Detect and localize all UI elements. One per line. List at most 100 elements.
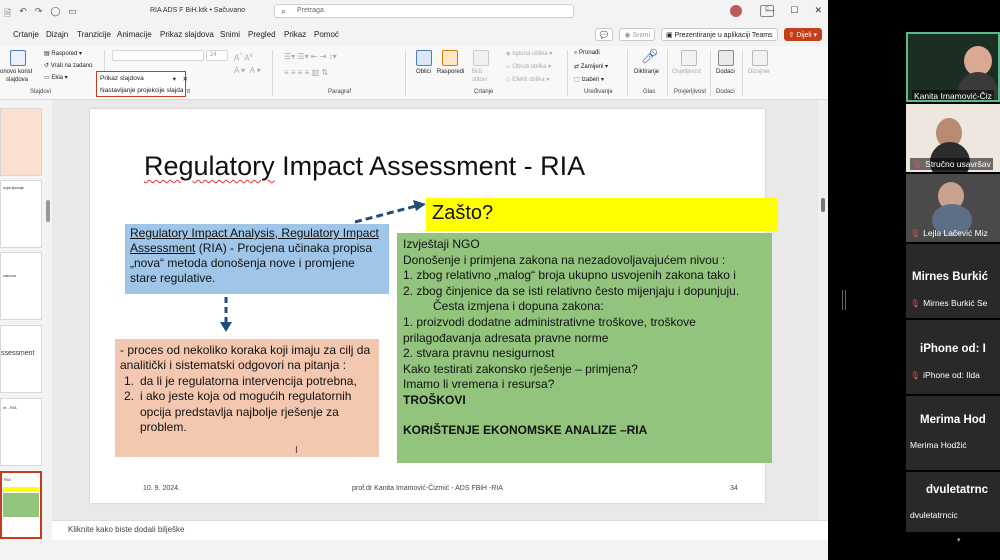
align-icon[interactable]: ≡ ≡ ≡ ≡ ▥ ⇅ <box>284 68 328 77</box>
participant-name-row: 🎙︎ iPhone od: Ilda <box>910 370 980 380</box>
section-button[interactable]: ▭ Ekia ▾ <box>44 74 68 81</box>
slide-thumbnail[interactable]: zakona <box>0 252 42 320</box>
replace-button[interactable]: ⇄ Zamijeni ▾ <box>574 63 608 70</box>
find-button[interactable]: ⌕ Pronađi <box>574 50 600 57</box>
tab-crtanje[interactable]: Crtanje <box>13 30 39 39</box>
tab-tranzicije[interactable]: Tranzicije <box>77 30 111 39</box>
thumbnail-text: RIA <box>4 477 11 482</box>
reasons-line: 2. zbog činjenice da se isti relativno č… <box>403 283 740 298</box>
tab-prikaz-slajdova[interactable]: Prikaz slajdova <box>160 30 214 39</box>
quick-styles-label[interactable]: Brzi <box>472 69 482 75</box>
notes-pane[interactable]: Kliknite kako biste dodali bilješke <box>52 520 828 540</box>
reuse-slides-label-2[interactable]: slajdova <box>6 77 28 83</box>
tab-snimi[interactable]: Snimi <box>220 30 240 39</box>
designer-icon[interactable] <box>752 50 768 66</box>
font-color-icon[interactable]: A ▾ A ▾ <box>234 66 261 75</box>
tab-pregled[interactable]: Pregled <box>248 30 276 39</box>
tab-prikaz[interactable]: Prikaz <box>284 30 306 39</box>
sensitivity-icon[interactable] <box>681 50 697 66</box>
panel-scroll-down-icon[interactable]: ▾ <box>957 536 965 544</box>
thumbnails-scroll-thumb[interactable] <box>46 200 50 222</box>
sensitivity-label[interactable]: Osjetljivost <box>672 69 701 75</box>
group-label-voice: Glas <box>643 89 656 95</box>
process-box[interactable]: - proces od nekoliko koraka koji imaju z… <box>115 339 379 457</box>
reset-label: Vrati na zadano <box>50 63 93 69</box>
addins-label[interactable]: Dodaci <box>716 69 735 75</box>
canvas-scroll-thumb[interactable] <box>821 198 825 212</box>
process-item-number: 2. <box>124 389 135 404</box>
tab-dizajn[interactable]: Dizajn <box>46 30 68 39</box>
definition-box[interactable]: Regulatory Impact Analysis, Regulatory I… <box>125 224 389 294</box>
participant-tile[interactable]: Kanita Imamović-Čiz <box>906 32 1000 102</box>
font-name-box[interactable] <box>112 50 204 61</box>
user-avatar[interactable] <box>730 5 742 17</box>
designer-label[interactable]: Dizajner <box>748 69 770 75</box>
participant-tile[interactable]: Mirnes Burkić 🎙︎ Mirnes Burkić Se <box>906 244 1000 318</box>
slide-thumbnail-active[interactable]: RIA <box>0 471 42 539</box>
quick-styles-icon[interactable] <box>473 50 489 66</box>
participant-name-row: 🎙︎ Lejla Lačević Miz <box>910 228 988 238</box>
undo-icon[interactable]: ↶ <box>19 6 27 22</box>
arrange-label[interactable]: Rasporedi <box>437 69 464 75</box>
search-input[interactable]: ⌕ Pretraga <box>274 4 574 18</box>
quick-styles-label-2[interactable]: stilovi <box>472 77 487 83</box>
maximize-icon[interactable]: ☐ <box>790 5 798 16</box>
search-icon: ⌕ <box>281 6 287 16</box>
record-label: Snimi <box>632 32 651 39</box>
canvas-scrollbar[interactable] <box>818 100 828 520</box>
font-grow-icon[interactable]: A^ Av <box>234 52 253 63</box>
participant-tile[interactable]: Merima Hod Merima Hodžić <box>906 396 1000 470</box>
reset-button[interactable]: ↺ Vrati na zadano <box>44 62 93 69</box>
layout-button[interactable]: ▤ Raspored ▾ <box>44 50 82 57</box>
present-in-teams-button[interactable]: ▣ Prezentiranje u aplikaciji Teams <box>661 28 778 41</box>
panel-resize-handle[interactable] <box>842 290 846 310</box>
shape-outline-button[interactable]: ▱ Obrub oblika ▾ <box>506 63 551 70</box>
qat-more-icon[interactable]: ▭ <box>68 6 77 22</box>
slideshow-start-icon[interactable]: ◯ <box>50 6 60 22</box>
dropdown-title-row[interactable]: Prikaz slajdova ▾ ✕ <box>100 75 188 84</box>
reuse-slides-icon[interactable] <box>10 50 26 66</box>
tab-animacije[interactable]: Animacije <box>117 30 152 39</box>
select-button[interactable]: ⬚ Izaberi ▾ <box>574 76 604 83</box>
slide-thumbnail[interactable] <box>0 108 42 176</box>
reuse-slides-label[interactable]: onovo korist <box>0 69 32 75</box>
dictate-label[interactable]: Diktiranje <box>634 69 659 75</box>
arrange-icon[interactable] <box>442 50 458 66</box>
participant-tile[interactable]: dvuletatrnc dvuletatrncic <box>906 472 1000 532</box>
share-button[interactable]: ⇪ Dijeli ▾ <box>783 28 822 41</box>
redo-icon[interactable]: ↷ <box>35 6 43 22</box>
bullets-icon[interactable]: ☰▾ ☰▾ ⇤ ⇥ ↕▾ <box>284 52 337 61</box>
slide-thumbnail[interactable]: ssessment <box>0 325 42 393</box>
record-button[interactable]: ◉ Snimi <box>619 28 656 41</box>
reasons-economic-analysis: KORIŠTENJE EKONOMSKE ANALIZE –RIA <box>403 422 648 437</box>
thumbnails-scrollbar[interactable] <box>46 100 50 540</box>
close-icon[interactable]: ✕ <box>814 5 822 16</box>
slide-thumbnail[interactable]: ocjenjivanje <box>0 180 42 248</box>
ribbon-divider <box>742 50 743 96</box>
slideshow-dropdown[interactable]: Prikaz slajdova ▾ ✕ Nastavljanje projekc… <box>96 71 188 97</box>
dropdown-chevron-icon[interactable]: ▾ <box>173 75 176 83</box>
dropdown-close-icon[interactable]: ✕ <box>183 75 188 83</box>
shapes-label[interactable]: Oblici <box>416 69 431 75</box>
participant-tile[interactable]: iPhone od: I 🎙︎ iPhone od: Ilda <box>906 320 1000 394</box>
comments-button[interactable]: 💬 <box>594 28 614 41</box>
microphone-icon[interactable]: 🎤︎ <box>641 48 659 65</box>
why-box[interactable]: Zašto? <box>426 198 778 231</box>
shape-outline-label: Obrub oblika <box>512 64 547 70</box>
slide[interactable]: Regulatory Impact Assessment - RIA Regul… <box>90 109 778 503</box>
font-size-box[interactable]: 24 <box>206 50 228 61</box>
shape-effects-button[interactable]: ◇ Efekti oblika ▾ <box>506 76 549 83</box>
participant-tile[interactable]: 🎙︎ Stručno usavršav <box>906 104 1000 172</box>
save-icon[interactable]: 🗎 <box>4 6 11 22</box>
slide-thumbnail[interactable]: nt - RIA <box>0 398 42 466</box>
participant-tile[interactable]: 🎙︎ Lejla Lačević Miz <box>906 174 1000 242</box>
tab-pomoc[interactable]: Pomoć <box>314 30 339 39</box>
minimize-icon[interactable]: — <box>765 5 774 16</box>
shape-fill-button[interactable]: ◈ Ispuna oblika ▾ <box>506 50 552 57</box>
layout-label: Raspored <box>51 51 78 57</box>
reasons-box[interactable]: Izvještaji NGO Donošenje i primjena zako… <box>397 233 772 463</box>
shapes-icon[interactable] <box>416 50 432 66</box>
ribbon-divider <box>667 50 668 96</box>
addins-icon[interactable] <box>718 50 734 66</box>
status-bar <box>0 540 828 560</box>
